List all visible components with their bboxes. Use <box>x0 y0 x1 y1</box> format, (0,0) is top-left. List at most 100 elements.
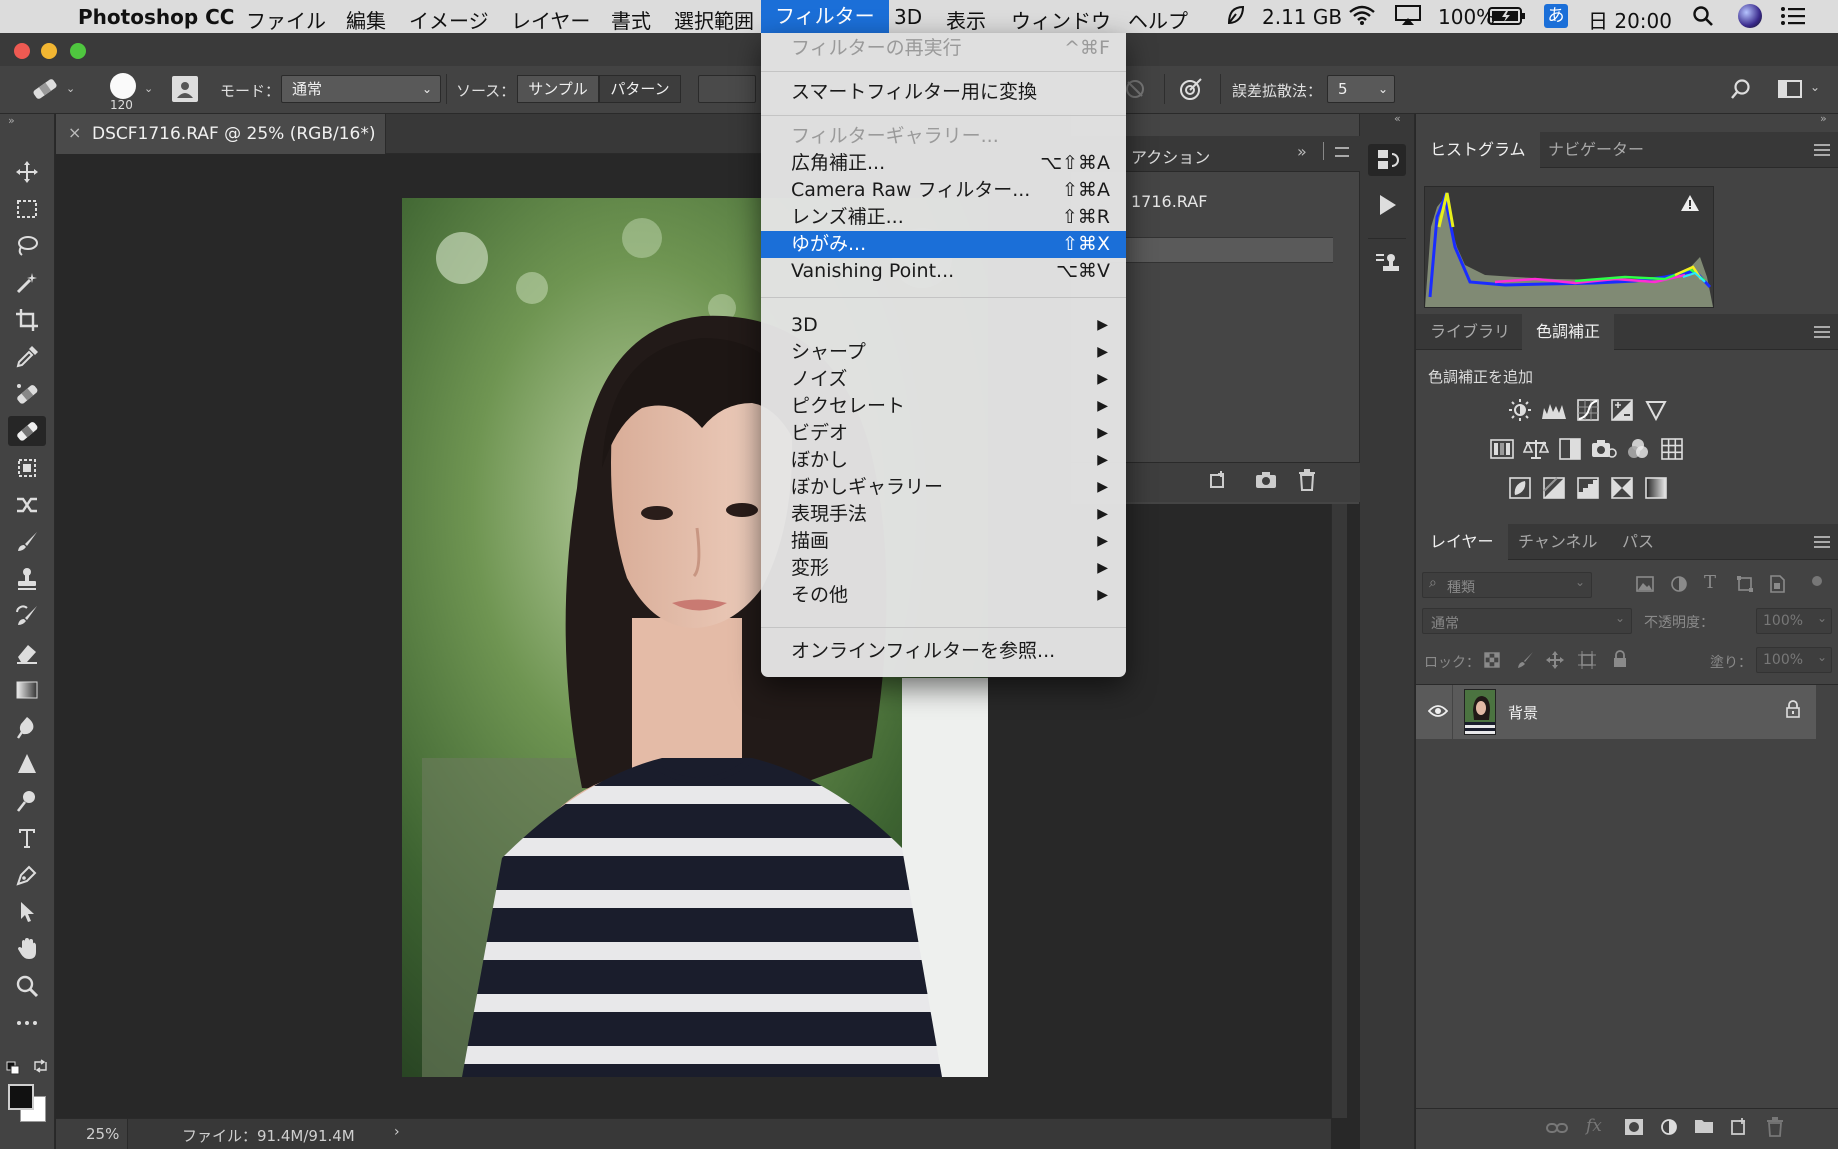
zoom-level[interactable]: 25% <box>86 1125 119 1143</box>
clone-stamp-tool-icon[interactable] <box>8 564 46 594</box>
new-layer-icon[interactable] <box>1730 1117 1748 1139</box>
fill-input[interactable]: 100% ⌄ <box>1756 647 1832 673</box>
delete-layer-icon[interactable] <box>1766 1117 1784 1141</box>
menu-submenu-render[interactable]: 描画 ▶ <box>761 528 1126 555</box>
menu-submenu-video[interactable]: ビデオ ▶ <box>761 420 1126 447</box>
hue-saturation-icon[interactable] <box>1488 436 1516 462</box>
color-balance-icon[interactable] <box>1522 436 1550 462</box>
filter-type-icon[interactable]: T <box>1704 572 1716 593</box>
crop-tool-icon[interactable] <box>8 305 46 335</box>
tab-layers[interactable]: レイヤー <box>1416 524 1508 560</box>
tab-library[interactable]: ライブラリ <box>1416 314 1524 350</box>
menu-submenu-sharpen[interactable]: シャープ ▶ <box>761 339 1126 366</box>
hand-tool-icon[interactable] <box>8 934 46 964</box>
menu-item-liquify[interactable]: ゆがみ... ⇧⌘X <box>761 231 1126 258</box>
airplay-icon[interactable] <box>1394 4 1422 31</box>
leaf-icon[interactable] <box>1226 4 1246 31</box>
clone-source-icon[interactable] <box>1374 250 1400 280</box>
adjustments-panel-menu-icon[interactable] <box>1814 326 1830 338</box>
menu-type[interactable]: 書式 <box>611 5 651 34</box>
layer-filter-select[interactable]: ⌕ 種類 ⌄ <box>1422 572 1592 598</box>
lock-transparent-icon[interactable] <box>1484 652 1500 672</box>
swap-colors-icon[interactable] <box>32 1058 48 1078</box>
brightness-contrast-icon[interactable] <box>1506 397 1534 423</box>
threshold-icon[interactable] <box>1574 475 1602 501</box>
actions-play-icon[interactable] <box>1374 192 1400 222</box>
status-chevron-right-icon[interactable]: › <box>394 1124 400 1140</box>
menu-3d[interactable]: 3D <box>894 5 922 29</box>
lock-position-move-icon[interactable] <box>1546 651 1564 673</box>
menu-submenu-distort[interactable]: 変形 ▶ <box>761 555 1126 582</box>
trash-icon[interactable] <box>1297 469 1317 495</box>
curves-icon[interactable] <box>1574 397 1602 423</box>
layer-visibility-eye-icon[interactable] <box>1427 703 1449 722</box>
foreground-color-swatch[interactable] <box>8 1084 34 1110</box>
notification-center-icon[interactable] <box>1780 6 1806 31</box>
menu-help[interactable]: ヘルプ <box>1128 5 1188 34</box>
collapse-toolbox-icon[interactable]: » <box>8 114 15 127</box>
lasso-tool-icon[interactable] <box>8 231 46 261</box>
menu-item-adaptive-wide-angle[interactable]: 広角補正... ⌥⇧⌘A <box>761 150 1126 177</box>
new-group-folder-icon[interactable] <box>1694 1118 1714 1138</box>
tab-channels[interactable]: チャンネル <box>1504 524 1612 560</box>
warning-icon[interactable] <box>1680 194 1700 216</box>
zoom-tool-icon[interactable] <box>8 971 46 1001</box>
actions-tab[interactable]: アクション <box>1131 144 1210 168</box>
vibrance-icon[interactable] <box>1642 397 1670 423</box>
content-aware-move-tool-icon[interactable] <box>8 490 46 520</box>
bandage-tool-preset-icon[interactable] <box>30 76 60 106</box>
more-tools-icon[interactable] <box>8 1008 46 1038</box>
menu-item-lens-correction[interactable]: レンズ補正... ⇧⌘R <box>761 204 1126 231</box>
menu-item-vanishing-point[interactable]: Vanishing Point... ⌥⌘V <box>761 258 1126 285</box>
add-mask-icon[interactable] <box>1624 1118 1644 1140</box>
magic-wand-tool-icon[interactable] <box>8 268 46 298</box>
menu-window[interactable]: ウィンドウ <box>1011 5 1111 34</box>
panel-expand-icon[interactable]: » <box>1297 142 1307 161</box>
app-menu[interactable]: Photoshop CC <box>78 5 234 29</box>
layer-thumbnail[interactable] <box>1464 689 1496 735</box>
menu-view[interactable]: 表示 <box>946 5 986 34</box>
layers-panel-menu-icon[interactable] <box>1814 536 1830 548</box>
menu-item-convert-smart-filters[interactable]: スマートフィルター用に変換 <box>761 79 1126 106</box>
exposure-icon[interactable] <box>1608 397 1636 423</box>
menu-submenu-blur-gallery[interactable]: ぼかしギャラリー ▶ <box>761 474 1126 501</box>
menubar-clock[interactable]: 日 20:00 <box>1588 5 1672 34</box>
mode-select[interactable]: 通常 ⌄ <box>281 75 441 103</box>
close-tab-icon[interactable]: × <box>68 123 81 142</box>
filter-adjustment-icon[interactable] <box>1670 575 1688 597</box>
diffusion-hidden-icon[interactable] <box>1124 78 1146 104</box>
history-brush-tool-icon[interactable] <box>8 601 46 631</box>
filter-toggle-switch[interactable] <box>1812 576 1822 586</box>
window-zoom-button[interactable] <box>70 43 86 59</box>
collapse-strip-icon[interactable]: « <box>1394 112 1401 125</box>
tab-histogram[interactable]: ヒストグラム <box>1416 132 1540 168</box>
opacity-input[interactable]: 100% ⌄ <box>1756 608 1832 634</box>
type-tool-icon[interactable] <box>8 823 46 853</box>
source-pattern-button[interactable]: パターン <box>599 75 681 103</box>
menu-submenu-pixelate[interactable]: ピクセレート ▶ <box>761 393 1126 420</box>
marquee-tool-icon[interactable] <box>8 194 46 224</box>
spot-healing-tool-icon[interactable] <box>8 379 46 409</box>
workspace-dropdown-arrow[interactable]: ⌄ <box>1810 80 1820 94</box>
path-selection-tool-icon[interactable] <box>8 897 46 927</box>
dodge-lollipop-tool-icon[interactable] <box>8 786 46 816</box>
lock-artboard-icon[interactable] <box>1578 651 1596 673</box>
healing-brush-tool-icon[interactable] <box>8 416 46 446</box>
action-item-label[interactable]: 1716.RAF <box>1131 192 1207 211</box>
filter-smartobject-icon[interactable] <box>1768 575 1786 597</box>
camera-icon[interactable] <box>1255 470 1277 494</box>
blend-mode-select[interactable]: 通常 ⌄ <box>1422 608 1632 634</box>
selective-color-icon[interactable] <box>1608 475 1636 501</box>
link-layers-icon[interactable] <box>1546 1120 1568 1140</box>
brush-dropdown-arrow[interactable]: ⌄ <box>144 82 153 95</box>
move-tool-icon[interactable] <box>8 157 46 187</box>
menu-image[interactable]: イメージ <box>409 5 489 34</box>
wifi-icon[interactable] <box>1348 4 1376 31</box>
color-lookup-icon[interactable] <box>1658 436 1686 462</box>
dodge-tool-icon[interactable] <box>8 749 46 779</box>
blur-tool-icon[interactable] <box>8 712 46 742</box>
invert-icon[interactable] <box>1506 475 1534 501</box>
layer-name[interactable]: 背景 <box>1508 702 1538 723</box>
gradient-tool-icon[interactable] <box>8 675 46 705</box>
memory-status[interactable]: 2.11 GB <box>1262 5 1342 29</box>
